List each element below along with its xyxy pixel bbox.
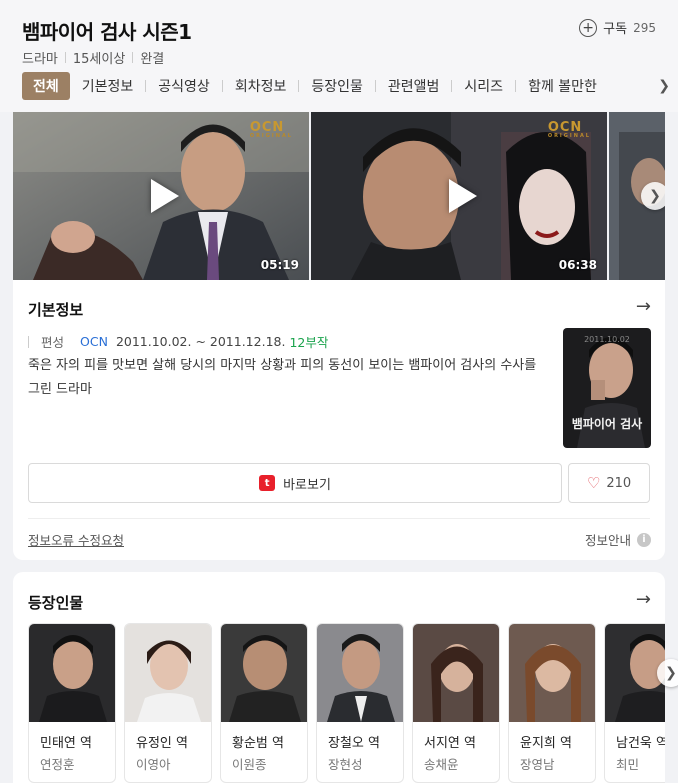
channel-link[interactable]: OCN [80, 334, 108, 349]
cast-role: 장철오 역 [328, 736, 380, 751]
cast-item[interactable]: 장철오 역 장현성 [316, 623, 404, 783]
poster-art: 뱀파이어 검사 2011.10.02 [563, 328, 651, 448]
cast-actor: 장현성 [328, 757, 363, 772]
info-guide-button[interactable]: 정보안내 i [585, 530, 651, 549]
ocn-badge: OCN ORIGINAL [548, 120, 591, 139]
episode-count: 12부작 [289, 335, 329, 350]
meta-info: 드라마 15세이상 완결 [22, 48, 164, 67]
error-report-link[interactable]: 정보오류 수정요청 [28, 530, 124, 549]
cast-card: 등장인물 → 민태연 역 연정훈 유정인 역 이영아 황순범 역 이원종 장철오… [13, 572, 678, 783]
tab-episodes[interactable]: 회차정보 [223, 72, 299, 100]
status: 완결 [140, 52, 165, 67]
poster-title: 뱀파이어 검사 [572, 416, 642, 431]
cast-photo [413, 624, 499, 722]
divider [132, 52, 134, 63]
cast-role: 윤지희 역 [520, 736, 572, 751]
play-icon [449, 179, 477, 213]
cast-actor: 장영남 [520, 757, 555, 772]
section-title: 기본정보 [28, 301, 84, 319]
cast-actor: 송채윤 [424, 757, 459, 772]
genre: 드라마 [22, 52, 58, 67]
video-duration: 06:38 [558, 258, 597, 272]
section-title: 등장인물 [28, 594, 84, 612]
video-duration: 05:19 [260, 258, 299, 272]
like-count: 210 [606, 475, 632, 491]
cast-actor: 이원종 [232, 757, 267, 772]
chevron-right-icon: ❯ [665, 665, 677, 681]
watch-label: 바로보기 [283, 477, 331, 493]
cast-item[interactable]: 유정인 역 이영아 [124, 623, 212, 783]
cast-photo [29, 624, 115, 722]
cast-photo [317, 624, 403, 722]
play-icon [151, 179, 179, 213]
header: 뱀파이어 검사 시즌1 + 구독 295 드라마 15세이상 완결 전체 기본정… [0, 0, 678, 112]
subscribe-button[interactable]: + 구독 295 [579, 18, 656, 37]
broadcast-dates: 2011.10.02. ~ 2011.12.18. [115, 334, 286, 349]
video-thumbnail[interactable]: OCN ORIGINAL 06:38 [311, 112, 607, 280]
divider [28, 518, 650, 519]
tab-albums[interactable]: 관련앨범 [376, 72, 452, 100]
basic-info-card: 기본정보 → 편성 OCN 2011.10.02. ~ 2011.12.18. … [13, 280, 665, 560]
arrow-right-icon[interactable]: → [636, 589, 651, 610]
poster-date: 2011.10.02 [584, 335, 630, 344]
cast-photo [221, 624, 307, 722]
tab-bar: 전체 기본정보 공식영상 회차정보 등장인물 관련앨범 시리즈 함께 볼만한 [22, 72, 658, 100]
broadcast-info: 편성 OCN 2011.10.02. ~ 2011.12.18. 12부작 [28, 332, 328, 351]
cast-actor: 이영아 [136, 757, 171, 772]
rating: 15세이상 [72, 52, 126, 67]
chevron-right-icon[interactable]: ❯ [658, 78, 670, 94]
cast-photo [509, 624, 595, 722]
cast-item[interactable]: 남건욱 역 최민 [604, 623, 665, 783]
plus-icon: + [579, 18, 598, 37]
cast-photo [125, 624, 211, 722]
cast-item[interactable]: 민태연 역 연정훈 [28, 623, 116, 783]
subscribe-count: 295 [633, 20, 656, 35]
ocn-badge: OCN ORIGINAL [250, 120, 293, 139]
cast-next-button[interactable]: ❯ [657, 659, 678, 687]
info-icon: i [637, 532, 651, 547]
description: 죽은 자의 피를 맛보면 살해 당시의 마지막 상황과 피의 동선이 보이는 뱀… [28, 358, 537, 397]
chevron-right-icon: ❯ [649, 188, 661, 204]
broadcast-label: 편성 [41, 335, 65, 350]
cast-role: 남건욱 역 [616, 736, 665, 751]
video-carousel: OCN ORIGINAL 05:19 OCN ORIGINAL 06:38 ❯ [13, 112, 665, 280]
cast-role: 서지연 역 [424, 736, 476, 751]
tab-all[interactable]: 전체 [22, 72, 70, 100]
badge-sub: ORIGINAL [249, 133, 293, 139]
cast-photo [605, 624, 665, 722]
tab-recommend[interactable]: 함께 볼만한 [516, 72, 609, 100]
cast-role: 유정인 역 [136, 736, 188, 751]
tab-official-video[interactable]: 공식영상 [146, 72, 222, 100]
info-guide-label: 정보안내 [584, 533, 631, 548]
tab-basic-info[interactable]: 기본정보 [70, 72, 146, 100]
cast-role: 민태연 역 [40, 736, 92, 751]
watch-button[interactable]: t 바로보기 [28, 463, 562, 503]
heart-icon: ♡ [586, 474, 601, 492]
video-thumbnail[interactable]: OCN ORIGINAL 05:19 [13, 112, 309, 280]
cast-actor: 최민 [616, 757, 640, 772]
cast-actor: 연정훈 [40, 757, 75, 772]
arrow-right-icon[interactable]: → [636, 296, 651, 317]
carousel-next-button[interactable]: ❯ [641, 182, 665, 210]
badge-sub: ORIGINAL [547, 133, 591, 139]
cast-role: 황순범 역 [232, 736, 284, 751]
cast-list: 민태연 역 연정훈 유정인 역 이영아 황순범 역 이원종 장철오 역 장현성 … [28, 623, 665, 783]
cast-item[interactable]: 황순범 역 이원종 [220, 623, 308, 783]
tab-series[interactable]: 시리즈 [452, 72, 515, 100]
cast-item[interactable]: 윤지희 역 장영남 [508, 623, 596, 783]
divider [28, 335, 29, 348]
divider [64, 52, 66, 63]
tab-cast[interactable]: 등장인물 [299, 72, 375, 100]
tving-icon: t [259, 475, 276, 491]
page-title: 뱀파이어 검사 시즌1 [22, 20, 192, 44]
cast-item[interactable]: 서지연 역 송채윤 [412, 623, 500, 783]
like-button[interactable]: ♡ 210 [568, 463, 650, 503]
subscribe-label: 구독 [603, 22, 628, 37]
poster-image[interactable]: 뱀파이어 검사 2011.10.02 [563, 328, 651, 448]
